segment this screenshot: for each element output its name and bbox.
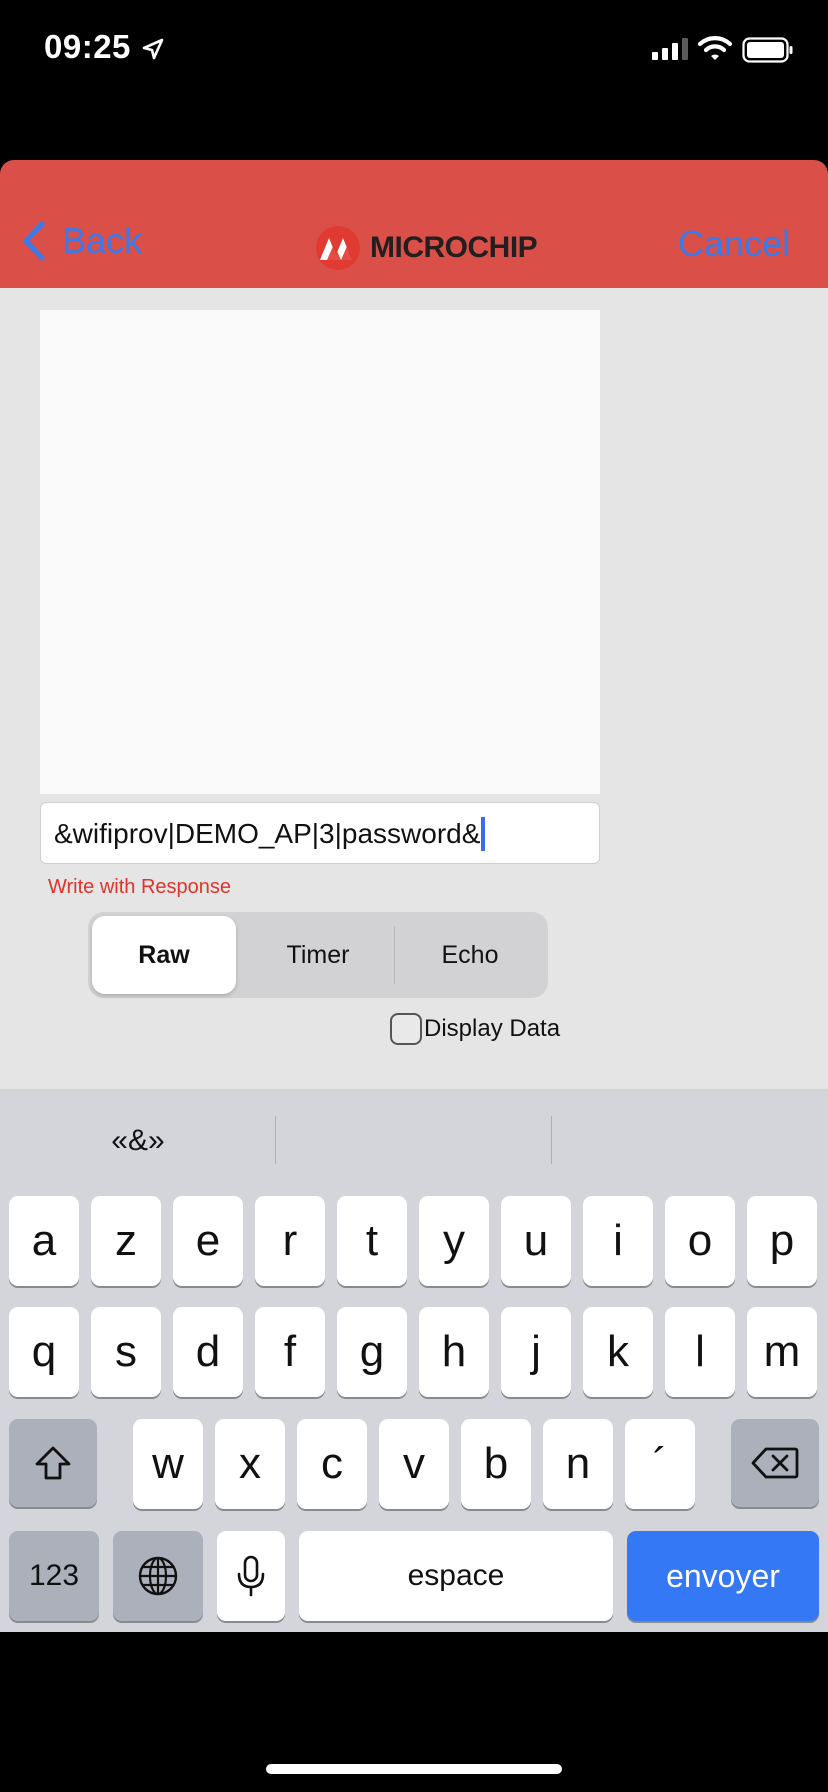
suggestion-1[interactable]: «&» (0, 1124, 276, 1158)
globe-icon (138, 1556, 178, 1596)
command-input-value: &wifiprov|DEMO_AP|3|password& (54, 818, 481, 849)
cancel-button[interactable]: Cancel (678, 223, 790, 265)
key-row2-9[interactable]: m (747, 1307, 817, 1397)
key-row3-6[interactable]: ´ (625, 1419, 695, 1509)
segment-divider (394, 926, 395, 984)
segment-raw[interactable]: Raw (92, 916, 236, 994)
key-row1-3[interactable]: r (255, 1196, 325, 1286)
key-row2-6[interactable]: j (501, 1307, 571, 1397)
send-key[interactable]: envoyer (627, 1531, 819, 1621)
key-row2-8[interactable]: l (665, 1307, 735, 1397)
key-row1-4[interactable]: t (337, 1196, 407, 1286)
space-key[interactable]: espace (299, 1531, 613, 1621)
back-label: Back (62, 220, 143, 261)
delete-key[interactable] (731, 1419, 819, 1507)
command-input[interactable]: &wifiprov|DEMO_AP|3|password& (40, 802, 600, 864)
text-caret (481, 817, 486, 851)
back-button[interactable]: Back (22, 220, 142, 262)
display-data-label: Display Data (424, 1015, 561, 1042)
key-row1-1[interactable]: z (91, 1196, 161, 1286)
battery-icon (742, 37, 793, 63)
key-row1-5[interactable]: y (419, 1196, 489, 1286)
key-row1-0[interactable]: a (9, 1196, 79, 1286)
microchip-logo-icon (316, 226, 360, 270)
location-arrow-icon (142, 38, 164, 60)
wifi-icon (698, 36, 732, 60)
shift-icon (35, 1446, 71, 1480)
suggestion-divider (275, 1116, 276, 1164)
cellular-signal-icon (652, 38, 688, 60)
key-row3-1[interactable]: x (215, 1419, 285, 1509)
checkbox-box[interactable] (390, 1013, 422, 1045)
chevron-left-icon (23, 221, 45, 261)
key-row1-2[interactable]: e (173, 1196, 243, 1286)
microphone-icon (237, 1555, 265, 1597)
key-row3-4[interactable]: b (461, 1419, 531, 1509)
segment-echo[interactable]: Echo (396, 916, 544, 994)
terminal-output-area[interactable] (40, 310, 600, 794)
key-row2-0[interactable]: q (9, 1307, 79, 1397)
microchip-logo: MICROCHIP (314, 226, 538, 270)
status-time: 09:25 (44, 28, 131, 65)
key-row3-0[interactable]: w (133, 1419, 203, 1509)
display-data-checkbox[interactable]: Display Data (390, 1013, 560, 1045)
key-row1-9[interactable]: p (747, 1196, 817, 1286)
dictation-key[interactable] (217, 1531, 285, 1621)
key-row3-2[interactable]: c (297, 1419, 367, 1509)
segment-timer[interactable]: Timer (244, 916, 392, 994)
key-row3-5[interactable]: n (543, 1419, 613, 1509)
globe-key[interactable] (113, 1531, 203, 1621)
mode-segmented-control: Raw Timer Echo (88, 912, 548, 998)
key-row2-1[interactable]: s (91, 1307, 161, 1397)
logo-text: MICROCHIP (370, 231, 538, 264)
home-indicator (266, 1764, 562, 1774)
numbers-key[interactable]: 123 (9, 1531, 99, 1621)
key-row1-8[interactable]: o (665, 1196, 735, 1286)
key-row3-3[interactable]: v (379, 1419, 449, 1509)
shift-key[interactable] (9, 1419, 97, 1507)
backspace-icon (751, 1447, 799, 1479)
key-row2-2[interactable]: d (173, 1307, 243, 1397)
key-row2-5[interactable]: h (419, 1307, 489, 1397)
key-row2-3[interactable]: f (255, 1307, 325, 1397)
key-row1-7[interactable]: i (583, 1196, 653, 1286)
suggestion-divider (551, 1116, 552, 1164)
key-row2-7[interactable]: k (583, 1307, 653, 1397)
key-row1-6[interactable]: u (501, 1196, 571, 1286)
key-row2-4[interactable]: g (337, 1307, 407, 1397)
write-mode-label[interactable]: Write with Response (48, 876, 231, 899)
